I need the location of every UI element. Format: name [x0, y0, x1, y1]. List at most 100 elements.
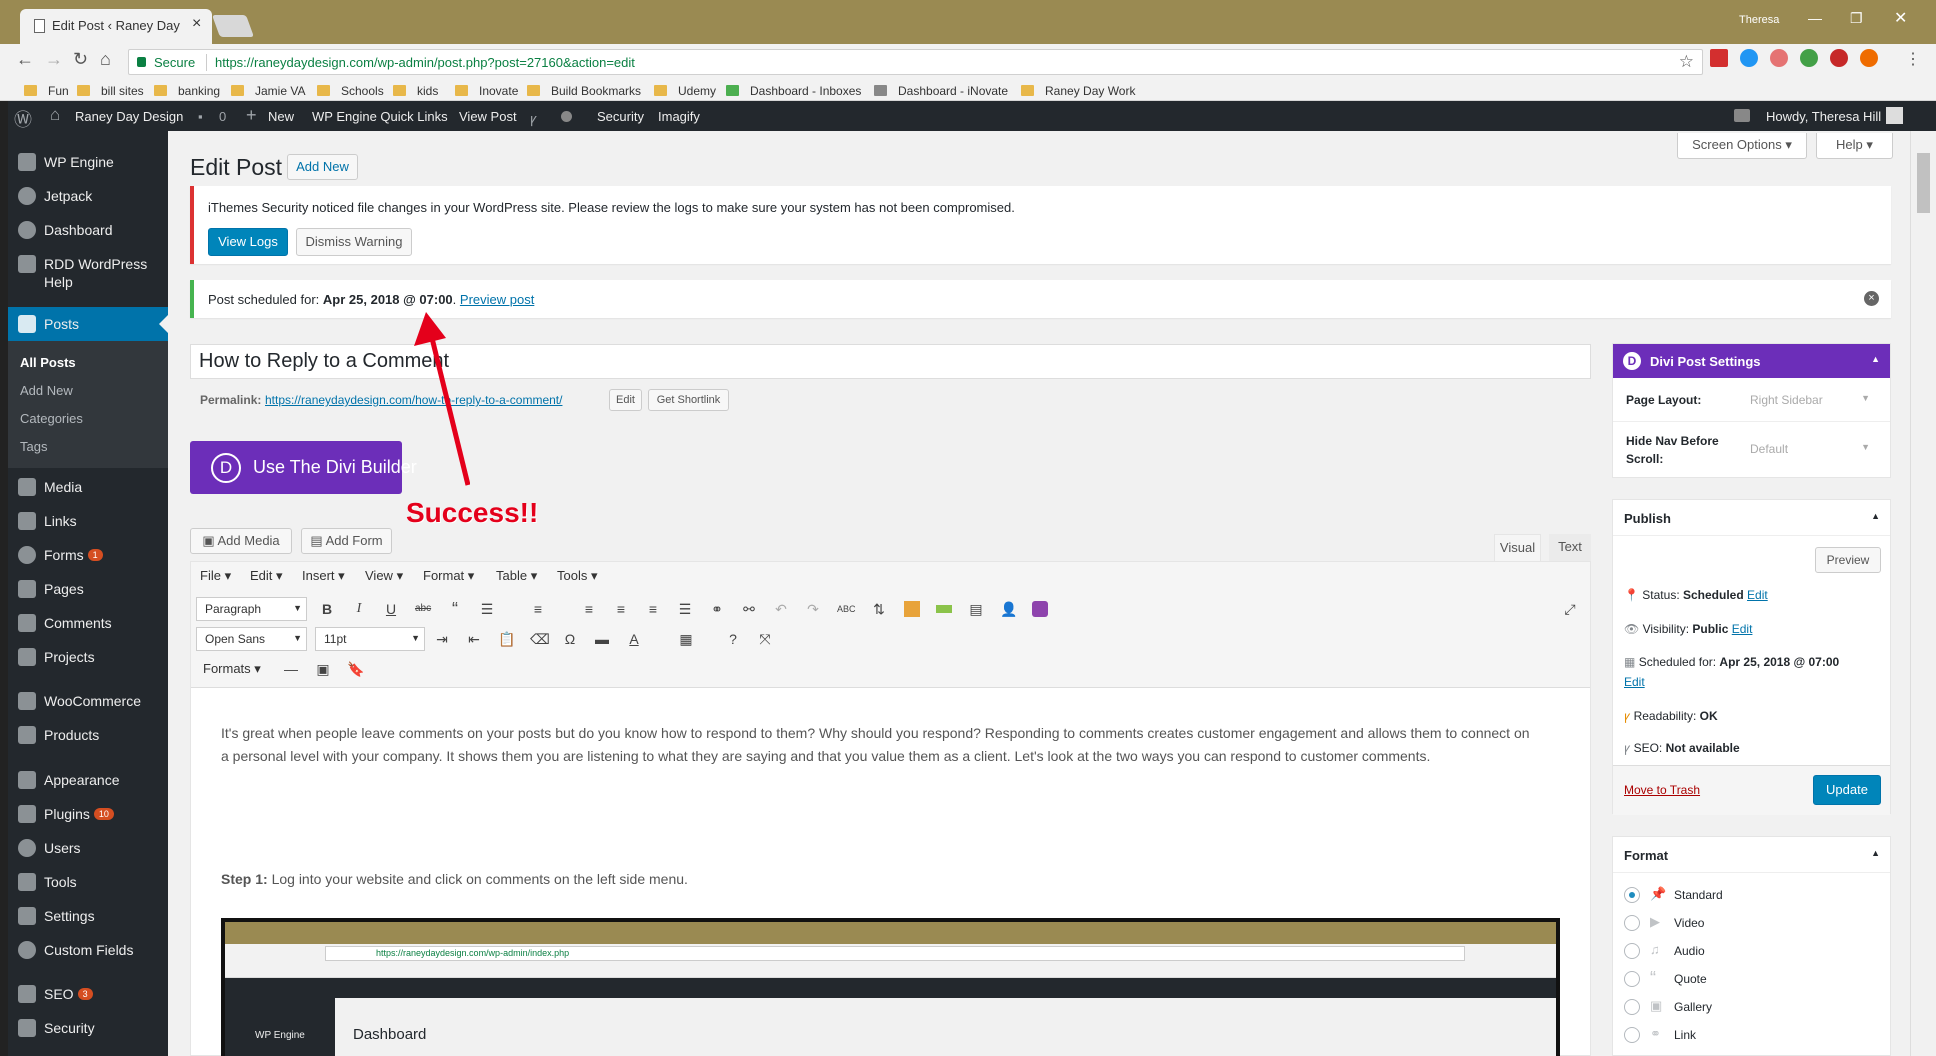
spellcheck-icon[interactable]: ABC — [837, 601, 856, 617]
unlink-icon[interactable]: ⚯ — [741, 601, 757, 617]
bookmark[interactable]: Dashboard - iNovate — [874, 84, 1008, 98]
table-shortcode-icon[interactable]: ▤ — [968, 601, 984, 617]
numbered-list-icon[interactable]: ≡ — [530, 601, 546, 617]
publish-header[interactable]: Publish ▲ — [1613, 500, 1890, 536]
insert-more-icon[interactable]: ⇅ — [871, 601, 887, 617]
preview-button[interactable]: Preview — [1815, 547, 1881, 573]
sidebar-item-tools[interactable]: Tools — [8, 865, 168, 899]
italic-icon[interactable]: I — [351, 601, 367, 617]
expand-icon[interactable]: ⤧ — [757, 631, 773, 647]
tab-visual[interactable]: Visual — [1494, 534, 1541, 561]
paste-text-icon[interactable]: 📋 — [498, 631, 515, 647]
format-radio-video[interactable] — [1624, 915, 1640, 931]
bookmark[interactable]: Schools — [317, 84, 384, 98]
table-icon[interactable]: ▦ — [678, 631, 694, 647]
menu-tools[interactable]: Tools ▾ — [557, 568, 598, 584]
wordpress-logo-icon[interactable]: Ⓦ — [14, 106, 32, 132]
notification-icon[interactable] — [1734, 109, 1750, 122]
outdent-icon[interactable]: ⇤ — [466, 631, 482, 647]
edit-status-link[interactable]: Edit — [1747, 588, 1768, 602]
sidebar-item-posts[interactable]: Posts — [8, 307, 168, 341]
bookmark[interactable]: banking — [154, 84, 220, 98]
font-select[interactable]: Open Sans — [196, 627, 307, 651]
bookmark[interactable]: Dashboard - Inboxes — [726, 84, 861, 98]
bookmark[interactable]: Inovate — [455, 84, 518, 98]
align-center-icon[interactable]: ≡ — [613, 601, 629, 617]
sidebar-item-wp-engine[interactable]: WP Engine — [8, 145, 168, 179]
sidebar-item-security[interactable]: Security — [8, 1011, 168, 1045]
dismiss-notice-icon[interactable]: × — [1864, 291, 1879, 306]
extension-icon[interactable] — [1710, 49, 1728, 67]
format-radio-quote[interactable] — [1624, 971, 1640, 987]
divi-shortcode-icon[interactable] — [1032, 601, 1048, 617]
new-tab-button[interactable] — [211, 15, 255, 37]
align-right-icon[interactable]: ≡ — [645, 601, 661, 617]
divi-settings-header[interactable]: D Divi Post Settings ▲ — [1613, 344, 1890, 378]
format-header[interactable]: Format ▲ — [1613, 837, 1890, 873]
horizontal-rule-icon[interactable]: ▬ — [594, 631, 610, 647]
sidebar-item-custom-fields[interactable]: Custom Fields — [8, 933, 168, 967]
comments-icon[interactable]: ▪ — [198, 109, 203, 124]
bookmark[interactable]: kids — [393, 84, 438, 98]
blockquote-icon[interactable]: “ — [447, 600, 463, 618]
format-radio-link[interactable] — [1624, 1027, 1640, 1043]
bookmark[interactable]: Build Bookmarks — [527, 84, 641, 98]
view-logs-button[interactable]: View Logs — [208, 228, 288, 256]
submenu-add-new[interactable]: Add New — [20, 383, 73, 398]
bold-icon[interactable]: B — [319, 601, 335, 617]
format-radio-audio[interactable] — [1624, 943, 1640, 959]
menu-insert[interactable]: Insert ▾ — [302, 568, 345, 584]
bookmark[interactable]: Udemy — [654, 84, 716, 98]
imagify-link[interactable]: Imagify — [658, 109, 700, 124]
clear-formatting-icon[interactable]: ⌫ — [530, 631, 550, 647]
button-shortcode-icon[interactable] — [936, 605, 952, 613]
grammarly-icon[interactable] — [1740, 49, 1758, 67]
sidebar-item-rdd-help[interactable]: RDD WordPress Help — [8, 247, 168, 295]
forward-icon[interactable]: → — [45, 49, 63, 70]
justify-icon[interactable]: ☰ — [677, 601, 693, 617]
sidebar-item-settings[interactable]: Settings — [8, 899, 168, 933]
format-radio-standard[interactable] — [1624, 887, 1640, 903]
text-color-icon[interactable]: A — [626, 631, 642, 647]
close-window-icon[interactable]: ✕ — [1894, 8, 1907, 28]
dismiss-warning-button[interactable]: Dismiss Warning — [296, 228, 412, 256]
profile-name[interactable]: Theresa — [1739, 14, 1779, 26]
formats-dropdown[interactable]: Formats ▾ — [203, 661, 261, 677]
wp-engine-quick-links[interactable]: WP Engine Quick Links — [312, 109, 448, 124]
extension-icon[interactable] — [1830, 49, 1848, 67]
move-to-trash-link[interactable]: Move to Trash — [1624, 783, 1700, 797]
tab-text[interactable]: Text — [1549, 534, 1591, 561]
extension-icon[interactable] — [1770, 49, 1788, 67]
add-form-button[interactable]: ▤ Add Form — [301, 528, 392, 554]
yoast-icon[interactable]: ꝩ — [530, 109, 537, 127]
sidebar-item-comments[interactable]: Comments — [8, 606, 168, 640]
url-text[interactable]: https://raneydaydesign.com/wp-admin/post… — [215, 55, 635, 70]
indent-icon[interactable]: ⇥ — [434, 631, 450, 647]
align-left-icon[interactable]: ≡ — [581, 601, 597, 617]
sidebar-item-dashboard[interactable]: Dashboard — [8, 213, 168, 247]
screen-options-button[interactable]: Screen Options ▾ — [1677, 133, 1807, 159]
format-radio-gallery[interactable] — [1624, 999, 1640, 1015]
sidebar-item-forms[interactable]: Forms 1 — [8, 538, 168, 572]
new-link[interactable]: New — [268, 109, 294, 124]
submenu-categories[interactable]: Categories — [20, 411, 83, 426]
howdy-user[interactable]: Howdy, Theresa Hill — [1766, 109, 1881, 124]
step1-paragraph[interactable]: Step 1: Log into your website and click … — [221, 871, 688, 887]
menu-format[interactable]: Format ▾ — [423, 568, 474, 584]
page-layout-select[interactable]: Right Sidebar ▼ — [1750, 393, 1878, 407]
minimize-icon[interactable]: — — [1808, 10, 1822, 26]
update-button[interactable]: Update — [1813, 775, 1881, 805]
menu-table[interactable]: Table ▾ — [496, 568, 537, 584]
bullet-list-icon[interactable]: ☰ — [479, 601, 495, 617]
reload-icon[interactable]: ↻ — [73, 49, 88, 70]
user-shortcode-icon[interactable]: 👤 — [1000, 601, 1017, 617]
close-tab-icon[interactable]: × — [192, 15, 201, 33]
edit-permalink-button[interactable]: Edit — [609, 389, 642, 411]
edit-visibility-link[interactable]: Edit — [1732, 622, 1753, 636]
sidebar-item-media[interactable]: Media — [8, 470, 168, 504]
undo-icon[interactable]: ↶ — [773, 601, 789, 617]
image-icon[interactable]: ▣ — [315, 661, 331, 677]
home-icon[interactable]: ⌂ — [100, 49, 111, 70]
sidebar-item-users[interactable]: Users — [8, 831, 168, 865]
security-link[interactable]: Security — [597, 109, 644, 124]
